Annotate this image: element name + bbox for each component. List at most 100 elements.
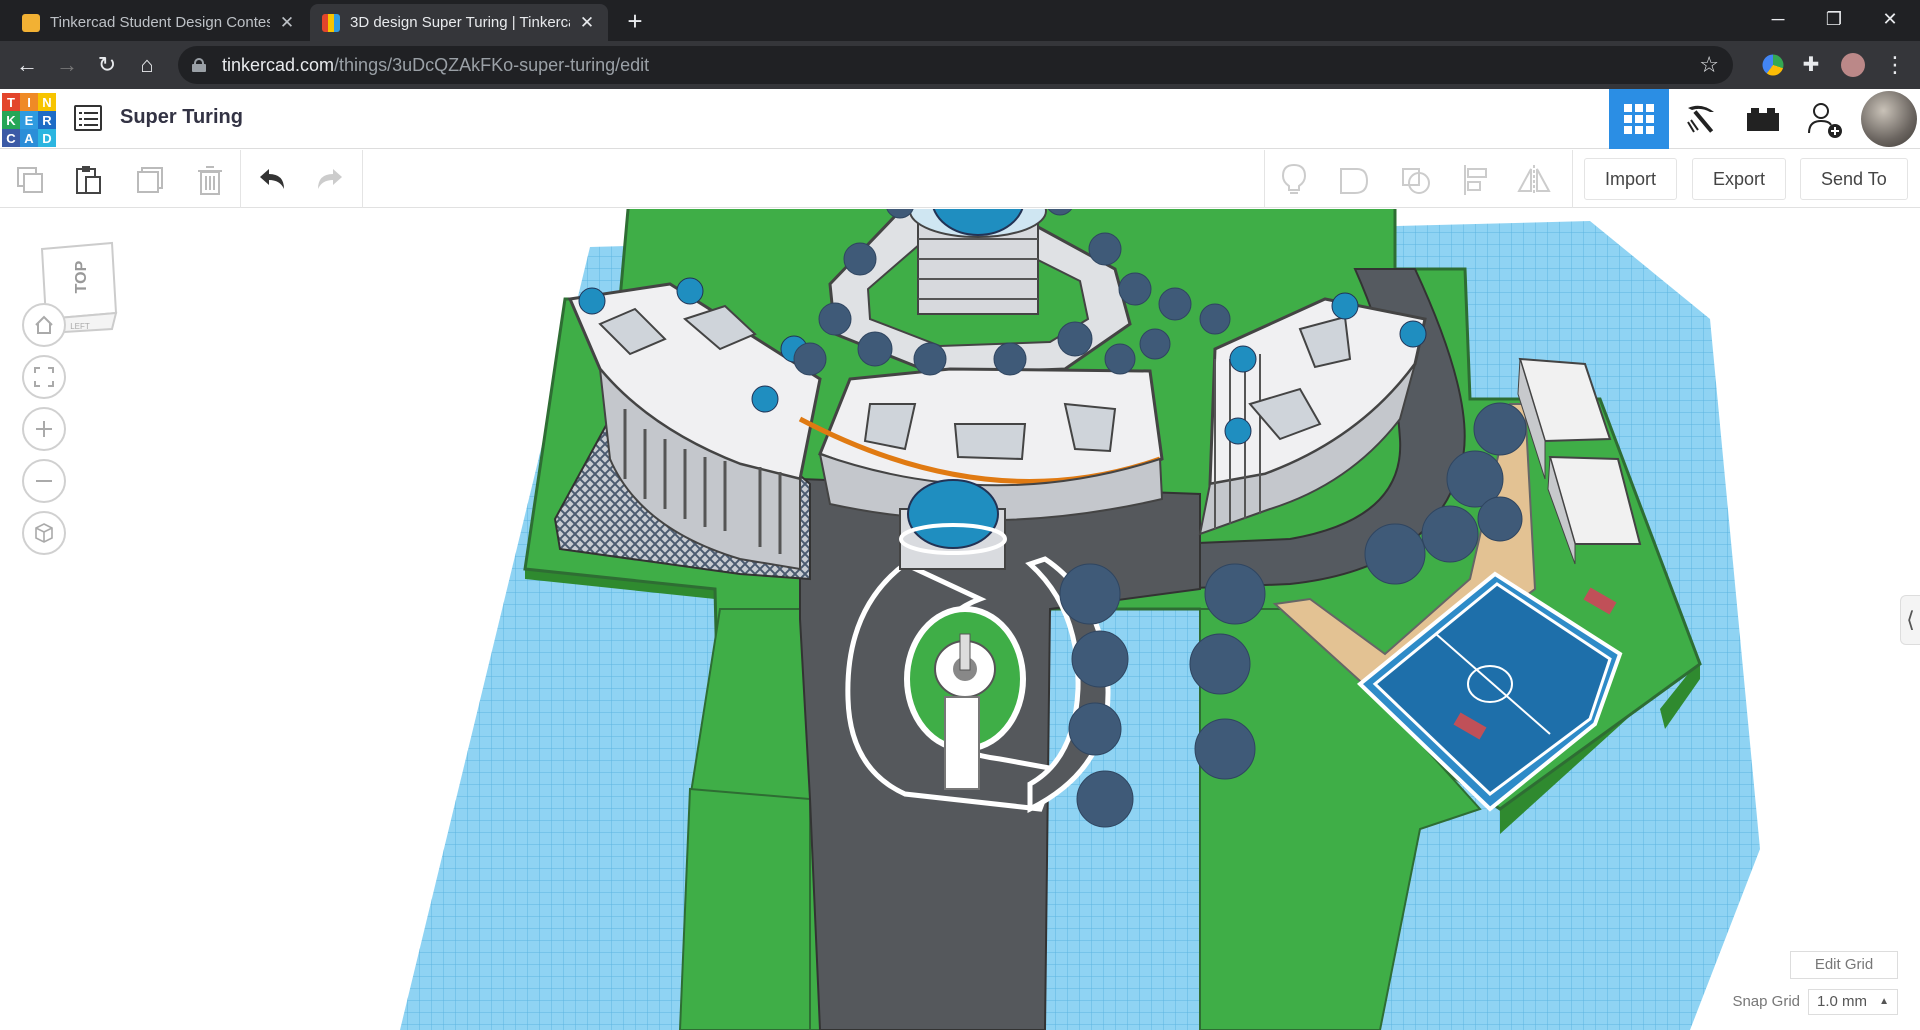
- redo-button[interactable]: [310, 160, 350, 200]
- minimize-icon[interactable]: ─: [1750, 0, 1806, 41]
- url-host: tinkercad.com: [222, 54, 335, 75]
- skylight: [953, 423, 1027, 461]
- undo-icon: [260, 169, 284, 189]
- minus-icon: [36, 480, 52, 482]
- extensions-puzzle-icon[interactable]: ✚: [1796, 50, 1826, 80]
- toolbar-divider: [1264, 150, 1265, 208]
- group-button[interactable]: [1334, 160, 1374, 200]
- perspective-toggle-button[interactable]: [22, 511, 66, 555]
- invite-user-button[interactable]: [1795, 89, 1855, 149]
- undo-button[interactable]: [252, 160, 292, 200]
- lock-icon: [192, 58, 206, 72]
- caret-up-icon: ▲: [1879, 996, 1889, 1007]
- wing-dome: [1229, 345, 1257, 373]
- reload-icon[interactable]: ↻: [92, 50, 122, 80]
- browser-menu-icon[interactable]: ⋮: [1880, 50, 1910, 80]
- view-cube-top-label[interactable]: TOP: [73, 260, 90, 293]
- align-button[interactable]: [1456, 160, 1496, 200]
- duplicate-button[interactable]: [130, 160, 170, 200]
- copy-button[interactable]: [10, 160, 50, 200]
- paste-button[interactable]: [68, 160, 108, 200]
- wing-dome: [1399, 320, 1427, 348]
- home-view-button[interactable]: [22, 303, 66, 347]
- close-window-icon[interactable]: ✕: [1862, 0, 1918, 41]
- wing-dome: [1331, 292, 1359, 320]
- user-avatar[interactable]: [1858, 89, 1920, 149]
- blocks-view-button[interactable]: [1671, 89, 1731, 149]
- grid-icon: [1624, 104, 1654, 134]
- bricks-view-button[interactable]: [1733, 89, 1793, 149]
- cube-icon: [35, 523, 53, 543]
- zoom-in-button[interactable]: [22, 407, 66, 451]
- tinkercad-logo[interactable]: TINKERCAD: [2, 93, 56, 147]
- tab-super-turing-design[interactable]: 3D design Super Turing | Tinkerca ✕: [310, 4, 608, 41]
- browser-toolbar: ← → ↻ ⌂ tinkercad.com/things/3uDcQZAkFKo…: [0, 41, 1920, 89]
- home-icon[interactable]: ⌂: [132, 50, 162, 80]
- logo-letter: A: [20, 129, 38, 147]
- 3d-scene[interactable]: [0, 209, 1920, 1030]
- lightbulb-icon: [1281, 163, 1307, 194]
- logo-letter: E: [20, 111, 38, 129]
- avatar-image: [1861, 91, 1917, 147]
- close-tab-icon[interactable]: ✕: [278, 13, 296, 32]
- trash-icon: [198, 166, 222, 195]
- wing-dome: [751, 385, 779, 413]
- zoom-out-button[interactable]: [22, 459, 66, 503]
- forward-icon[interactable]: →: [52, 50, 82, 80]
- bookmark-star-icon[interactable]: ☆: [1699, 52, 1719, 78]
- plus-icon: [36, 421, 52, 437]
- duplicate-icon: [137, 167, 163, 193]
- logo-letter: I: [20, 93, 38, 111]
- tab-title: 3D design Super Turing | Tinkerca: [350, 14, 570, 31]
- toolbar-divider: [1572, 150, 1573, 208]
- ungroup-button[interactable]: [1396, 160, 1436, 200]
- design-menu-icon[interactable]: [74, 105, 102, 131]
- tab-student-design-contest[interactable]: Tinkercad Student Design Contes ✕: [10, 4, 308, 41]
- align-icon: [1464, 165, 1487, 195]
- fountain-pillar: [959, 633, 971, 671]
- export-button[interactable]: Export: [1692, 158, 1787, 200]
- copy-icon: [17, 167, 43, 193]
- redo-icon: [318, 169, 342, 189]
- 3d-view-button[interactable]: [1609, 89, 1669, 149]
- view-cube-left-label[interactable]: LEFT: [70, 322, 90, 331]
- profile-avatar[interactable]: [1841, 53, 1865, 77]
- shapes-panel-collapse-button[interactable]: ⟨: [1900, 595, 1920, 645]
- app-header: TINKERCAD Super Turing: [0, 89, 1920, 149]
- green-lawn-corner: [678, 787, 811, 1030]
- fit-icon: [34, 367, 54, 387]
- delete-button[interactable]: [190, 160, 230, 200]
- snap-grid-select[interactable]: 1.0 mm ▲: [1808, 989, 1898, 1015]
- clipboard-icon: [76, 166, 101, 194]
- toolbar-divider: [240, 150, 241, 208]
- snap-grid-value: 1.0 mm: [1817, 993, 1868, 1010]
- design-title[interactable]: Super Turing: [120, 106, 243, 129]
- mirror-icon: [1517, 165, 1551, 195]
- fountain-path: [944, 696, 980, 790]
- browser-tab-strip: Tinkercad Student Design Contes ✕ 3D des…: [0, 0, 1920, 41]
- tinkercad-favicon: [322, 13, 340, 32]
- workplane[interactable]: TOP LEFT ⟨ Edit Grid Snap Grid 1.0 mm ▲: [0, 209, 1920, 1030]
- address-bar[interactable]: tinkercad.com/things/3uDcQZAkFKo-super-t…: [178, 46, 1733, 84]
- close-tab-icon[interactable]: ✕: [578, 13, 596, 32]
- snap-grid-label: Snap Grid: [1732, 993, 1800, 1010]
- restore-icon[interactable]: ❐: [1806, 0, 1862, 41]
- edit-grid-button[interactable]: Edit Grid: [1790, 951, 1898, 979]
- send-to-button[interactable]: Send To: [1800, 158, 1908, 200]
- logo-letter: K: [2, 111, 20, 129]
- wing-dome: [1224, 417, 1252, 445]
- back-icon[interactable]: ←: [12, 50, 42, 80]
- logo-letter: R: [38, 111, 56, 129]
- brick-icon: [1747, 108, 1779, 131]
- mirror-button[interactable]: [1514, 160, 1554, 200]
- skylight: [863, 403, 917, 451]
- pickaxe-icon: [1687, 105, 1714, 133]
- import-button[interactable]: Import: [1584, 158, 1678, 200]
- ungroup-icon: [1402, 168, 1430, 194]
- new-tab-button[interactable]: +: [620, 6, 650, 36]
- entrance-dome: [907, 479, 999, 549]
- notes-button[interactable]: [1274, 160, 1314, 200]
- tinkercad-contest-favicon: [22, 13, 40, 32]
- extension-icon[interactable]: [1762, 54, 1784, 76]
- fit-view-button[interactable]: [22, 355, 66, 399]
